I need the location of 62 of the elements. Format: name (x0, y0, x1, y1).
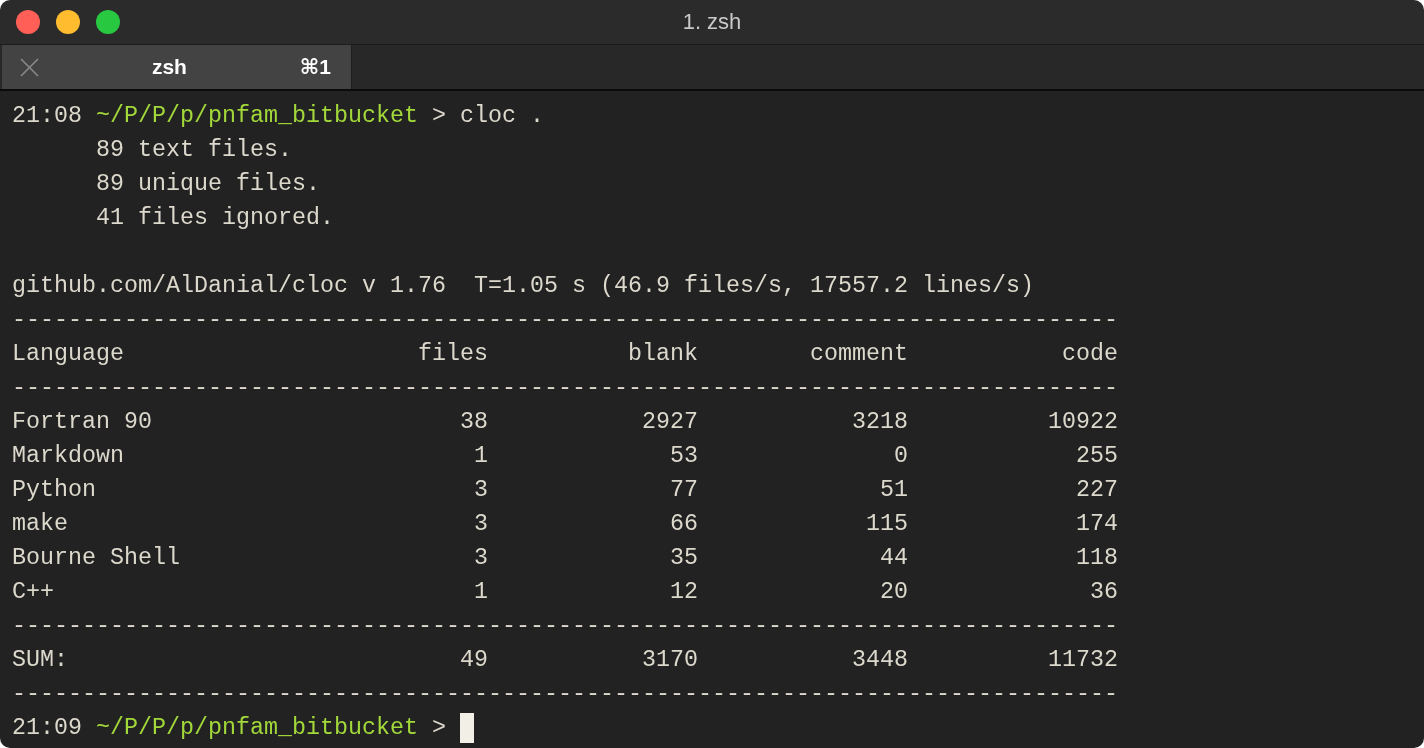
table-cell-text: 255 (1075, 442, 1118, 471)
minimize-button[interactable] (56, 10, 80, 34)
zoom-button[interactable] (96, 10, 120, 34)
keyboard-shortcut: ⌘1 (299, 55, 331, 79)
output-line: 41 files ignored. (96, 204, 334, 233)
column-header: code (1061, 340, 1118, 369)
table-cell-text: 3 (473, 510, 488, 539)
table-cell-text: SUM: (12, 646, 68, 675)
window-title: 1. zsh (682, 9, 742, 35)
table-cell-text: 77 (669, 476, 698, 505)
table-cell-text: 115 (865, 510, 908, 539)
table-cell-text: 2927 (641, 408, 698, 437)
table-cell-text: C++ (12, 578, 54, 607)
table-cell-text: 1 (473, 578, 488, 607)
output-line: github.com/AlDanial/cloc v 1.76 T=1.05 s (46.9 files/s, 17557.2 lines/s) (12, 272, 1034, 301)
table-cell-text: 38 (459, 408, 488, 437)
table-cell-text: 3 (473, 544, 488, 573)
prompt-symbol: > (431, 102, 446, 131)
table-cell-text: 44 (879, 544, 908, 573)
prompt-time: 21:09 (12, 714, 82, 743)
table-cell-text: 35 (669, 544, 698, 573)
table-cell-text: 10922 (1047, 408, 1118, 437)
output-line: 89 unique files. (96, 170, 320, 199)
dashed-separator: ------------------------------------------------------------------------------- (12, 374, 1118, 403)
column-header: blank (627, 340, 698, 369)
table-cell-text: Bourne Shell (12, 544, 180, 573)
output-line: 89 text files. (96, 136, 292, 165)
command-text: cloc . (459, 102, 544, 131)
table-cell-text: 53 (669, 442, 698, 471)
dashed-separator: ------------------------------------------------------------------------------- (12, 612, 1118, 641)
prompt-path: ~/P/P/p/pnfam_bitbucket (96, 714, 418, 743)
close-icon[interactable] (20, 57, 39, 77)
prompt-time: 21:08 (12, 102, 82, 131)
tab[interactable]: zsh ⌘1 (2, 45, 352, 89)
table-cell-text: Fortran 90 (12, 408, 152, 437)
table-cell-text: 118 (1075, 544, 1118, 573)
table-cell-text: 20 (879, 578, 908, 607)
table-cell-text: Python (12, 476, 96, 505)
table-cell-text: Markdown (12, 442, 124, 471)
prompt-symbol: > (431, 714, 446, 743)
dashed-separator: ------------------------------------------------------------------------------- (12, 680, 1118, 709)
table-cell-text: 227 (1075, 476, 1118, 505)
table-cell-text: 1 (473, 442, 488, 471)
table-cell-text: 36 (1089, 578, 1118, 607)
column-header: Language (12, 340, 124, 369)
table-cell-text: 0 (893, 442, 908, 471)
table-cell-text: 174 (1075, 510, 1118, 539)
table-cell-text: 3 (473, 476, 488, 505)
column-header: files (417, 340, 488, 369)
table-cell-text: 3170 (641, 646, 698, 675)
column-header: comment (809, 340, 908, 369)
table-cell-text: 12 (669, 578, 698, 607)
table-cell-text: 51 (879, 476, 908, 505)
table-cell-text: 66 (669, 510, 698, 539)
table-cell-text: make (12, 510, 68, 539)
table-cell-text: 3218 (851, 408, 908, 437)
prompt-path: ~/P/P/p/pnfam_bitbucket (96, 102, 418, 131)
dashed-separator: ------------------------------------------------------------------------------- (12, 306, 1118, 335)
table-cell-text: 49 (459, 646, 488, 675)
close-button[interactable] (16, 10, 40, 34)
table-cell-text: 3448 (851, 646, 908, 675)
table-cell-text: 11732 (1047, 646, 1118, 675)
